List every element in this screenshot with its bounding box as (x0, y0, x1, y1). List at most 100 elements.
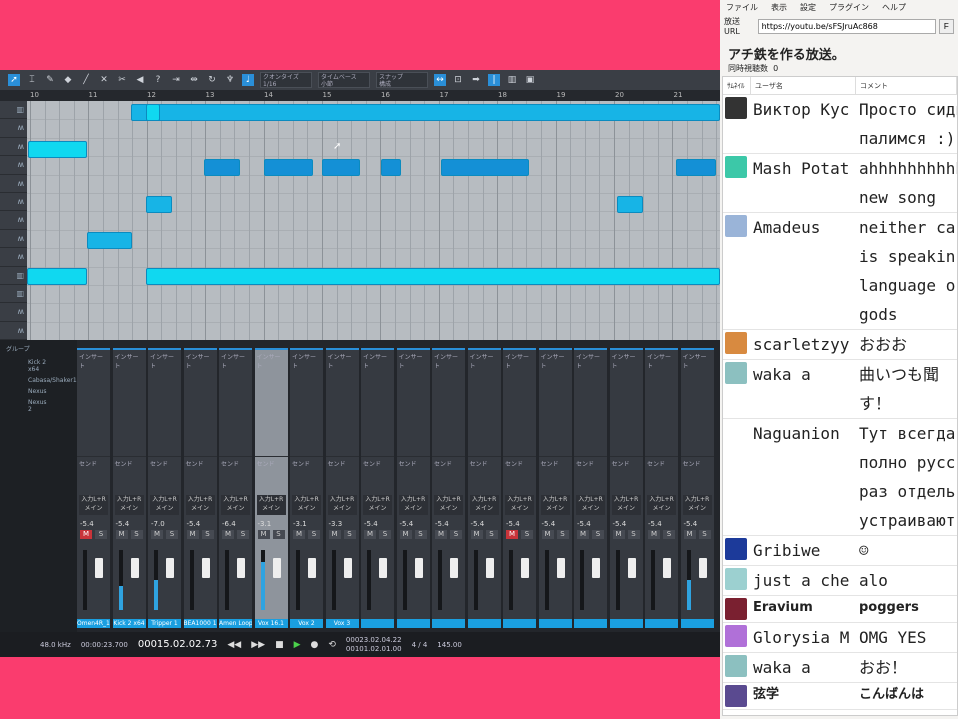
clip[interactable] (676, 159, 716, 176)
track-header[interactable]: ʍ (0, 322, 27, 341)
input-select[interactable]: 入力L+R メイン (398, 495, 428, 515)
instrument-clip[interactable] (146, 268, 720, 285)
solo-button[interactable]: S (379, 530, 391, 539)
volume-fader[interactable] (698, 558, 707, 578)
send-label[interactable]: センド (183, 456, 217, 470)
solo-button[interactable]: S (663, 530, 675, 539)
menu-item[interactable]: 設定 (800, 2, 816, 13)
insert-label[interactable]: インサート (432, 350, 465, 372)
menu-item[interactable]: ファイル (726, 2, 758, 13)
solo-button[interactable]: S (450, 530, 462, 539)
channel-name[interactable] (574, 619, 607, 628)
mute-button[interactable]: M (541, 530, 554, 539)
comment-row[interactable]: Amadeus neither ca is speakin language o … (723, 213, 957, 330)
track-header[interactable]: ʍ (0, 156, 27, 175)
clip[interactable] (322, 159, 360, 176)
send-label[interactable]: センド (680, 456, 714, 470)
volume-fader[interactable] (166, 558, 174, 578)
group-item[interactable]: Nexus 2 (0, 397, 77, 415)
insert-label[interactable]: インサート (361, 350, 394, 372)
instrument-clip[interactable] (27, 268, 87, 285)
insert-label[interactable]: インサート (645, 350, 678, 372)
audio-clip[interactable] (28, 141, 87, 158)
comment-row[interactable]: waka a 曲いつも聞 す！ (723, 360, 957, 419)
comment-row[interactable]: Naguanion Тут всегда полно русс раз отдел… (723, 419, 957, 536)
send-label[interactable]: センド (538, 456, 572, 470)
insert-label[interactable]: インサート (574, 350, 607, 372)
clip[interactable] (264, 159, 313, 176)
volume-fader[interactable] (308, 558, 316, 578)
solo-button[interactable]: S (308, 530, 320, 539)
mixer-channel[interactable]: インサート センド 入力L+R メイン -5.4 M S (645, 348, 678, 628)
insert-label[interactable]: インサート (77, 350, 110, 372)
track-header[interactable]: ʍ (0, 211, 27, 230)
insert-label[interactable]: インサート (184, 350, 217, 372)
channel-name[interactable]: BEA1000 1.36 (183, 619, 217, 628)
mixer-channel[interactable]: インサート センド 入力L+R メイン -5.4 M S (467, 348, 501, 628)
comment-row[interactable]: 弦学 こんばんは (723, 683, 957, 710)
strip-icon[interactable]: ♆ (224, 74, 236, 86)
send-label[interactable]: センド (645, 456, 678, 470)
send-label[interactable]: センド (574, 456, 607, 470)
channel-name[interactable]: Vox 3 (325, 619, 359, 628)
mixer-channel[interactable]: インサート センド 入力L+R メイン -3.3 M S Vox 3 (325, 348, 359, 628)
comment-row[interactable]: just a che alo (723, 566, 957, 596)
comment-row[interactable]: Glorysia M OMG YES (723, 623, 957, 653)
channel-name[interactable] (503, 619, 536, 628)
insert-label[interactable]: インサート (219, 350, 252, 372)
mixer-channel[interactable]: インサート センド 入力L+R メイン -5.4 M S (503, 348, 536, 628)
insert-label[interactable]: インサート (539, 350, 572, 372)
insert-label[interactable]: インサート (255, 350, 288, 372)
solo-button[interactable]: S (627, 530, 640, 539)
solo-button[interactable]: S (95, 530, 107, 539)
col-thumbnail[interactable]: ｻﾑﾈｲﾙ (723, 77, 751, 94)
input-select[interactable]: 入力L+R メイン (576, 495, 605, 515)
mute-button[interactable]: M (328, 530, 341, 539)
split-tool-icon[interactable]: ✂ (116, 74, 128, 86)
volume-fader[interactable] (485, 558, 494, 578)
send-label[interactable]: センド (254, 456, 288, 470)
mute-button[interactable]: M (506, 530, 518, 539)
mixer-channel[interactable]: インサート センド 入力L+R メイン -5.4 M S (574, 348, 607, 628)
input-select[interactable]: 入力L+R メイン (292, 495, 321, 515)
send-label[interactable]: センド (112, 456, 146, 470)
channel-name[interactable] (361, 619, 394, 628)
send-label[interactable]: センド (503, 456, 536, 470)
insert-label[interactable]: インサート (290, 350, 323, 372)
send-label[interactable]: センド (609, 456, 643, 470)
input-select[interactable]: 入力L+R メイン (221, 495, 250, 515)
mute-button[interactable]: M (435, 530, 447, 539)
mute-button[interactable]: M (80, 530, 92, 539)
insert-label[interactable]: インサート (113, 350, 146, 372)
layout-icon[interactable]: ▥ (506, 74, 518, 86)
insert-label[interactable]: インサート (681, 350, 714, 372)
insert-label[interactable]: インサート (397, 350, 430, 372)
mute-button[interactable]: M (648, 530, 660, 539)
track-header[interactable]: ʍ (0, 230, 27, 249)
input-select[interactable]: 入力L+R メイン (256, 495, 286, 515)
bend2-icon[interactable]: ⇹ (188, 74, 200, 86)
clip[interactable] (146, 196, 172, 213)
url-input[interactable] (757, 18, 936, 34)
track-header[interactable]: ▥ (0, 101, 27, 120)
input-select[interactable]: 入力L+R メイン (114, 495, 144, 515)
channel-name[interactable]: Vox 2 (290, 619, 323, 628)
volume-fader[interactable] (663, 558, 671, 578)
insert-label[interactable]: インサート (468, 350, 501, 372)
input-select[interactable]: 入力L+R メイン (79, 495, 108, 515)
paint-tool-icon[interactable]: ╱ (80, 74, 92, 86)
input-select[interactable]: 入力L+R メイン (434, 495, 463, 515)
loop-icon[interactable]: ↻ (206, 74, 218, 86)
solo-button[interactable]: S (166, 530, 178, 539)
mixer-channel[interactable]: インサート センド 入力L+R メイン -5.4 M S (432, 348, 465, 628)
mixer-channel[interactable]: インサート センド 入力L+R メイン -5.4 M S (680, 348, 714, 628)
timeline-ruler[interactable]: 10 11 12 13 14 15 16 17 18 19 20 21 (0, 90, 720, 101)
help-icon[interactable]: ? (152, 74, 164, 86)
menu-item[interactable]: 表示 (771, 2, 787, 13)
send-label[interactable]: センド (467, 456, 501, 470)
mixer-channel[interactable]: インサート センド 入力L+R メイン -7.0 M S Tripper 1 (148, 348, 181, 628)
volume-fader[interactable] (272, 558, 281, 578)
input-select[interactable]: 入力L+R メイン (327, 495, 357, 515)
input-select[interactable]: 入力L+R メイン (185, 495, 215, 515)
track-header[interactable]: ʍ (0, 138, 27, 157)
